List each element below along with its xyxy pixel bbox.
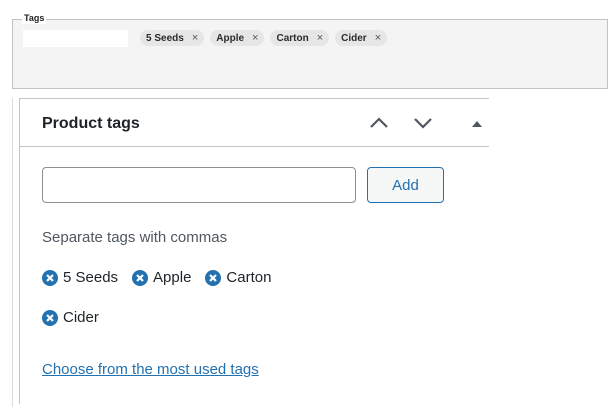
tag-chip-label: Cider: [341, 32, 367, 44]
tag-list: 5 Seeds Apple Carton: [42, 269, 271, 286]
product-tags-panel: Product tags Add Separate tags with comm…: [19, 98, 489, 404]
remove-circle-icon[interactable]: [42, 269, 58, 286]
chip-remove-icon[interactable]: ×: [317, 30, 323, 46]
panel-outer-border: [12, 98, 13, 407]
chip-remove-icon[interactable]: ×: [252, 30, 258, 46]
tag-list-row-2: Cider: [42, 309, 99, 326]
chip-remove-icon[interactable]: ×: [192, 30, 198, 46]
list-item: Apple: [132, 269, 191, 286]
tag-label: Carton: [226, 269, 272, 286]
panel-header: Product tags: [20, 99, 489, 147]
add-tag-button[interactable]: Add: [367, 167, 444, 203]
tag-label: 5 Seeds: [63, 269, 119, 286]
chevron-up-icon: [370, 117, 388, 128]
tag-chip-list: 5 Seeds × Apple × Carton × Cider ×: [140, 30, 388, 46]
tag-label: Apple: [153, 269, 192, 286]
new-tag-input[interactable]: [42, 167, 356, 203]
move-up-button[interactable]: [366, 111, 392, 135]
list-item: 5 Seeds: [42, 269, 118, 286]
tag-label: Cider: [63, 309, 99, 326]
tags-legend: Tags: [22, 12, 47, 24]
tag-chip: 5 Seeds ×: [140, 30, 205, 46]
list-item: Cider: [42, 309, 99, 326]
caret-up-icon: [472, 121, 482, 127]
tag-chip-label: 5 Seeds: [146, 32, 184, 44]
tag-chip-label: Carton: [276, 32, 309, 44]
remove-circle-icon[interactable]: [205, 269, 222, 286]
tags-hint: Separate tags with commas: [42, 229, 228, 246]
tag-chip-label: Apple: [216, 32, 245, 44]
panel-title: Product tags: [42, 115, 140, 132]
tag-chip: Apple ×: [210, 30, 265, 46]
tags-input[interactable]: [23, 30, 128, 47]
chip-remove-icon[interactable]: ×: [375, 30, 381, 46]
toggle-panel-button[interactable]: [464, 111, 490, 135]
tag-chip: Carton ×: [270, 30, 330, 46]
remove-circle-icon[interactable]: [132, 269, 149, 286]
choose-most-used-tags-link[interactable]: Choose from the most used tags: [42, 361, 259, 378]
move-down-button[interactable]: [410, 111, 436, 135]
tag-chip: Cider ×: [335, 30, 388, 46]
list-item: Carton: [205, 269, 271, 286]
remove-circle-icon[interactable]: [42, 309, 58, 326]
chevron-down-icon: [414, 118, 432, 129]
